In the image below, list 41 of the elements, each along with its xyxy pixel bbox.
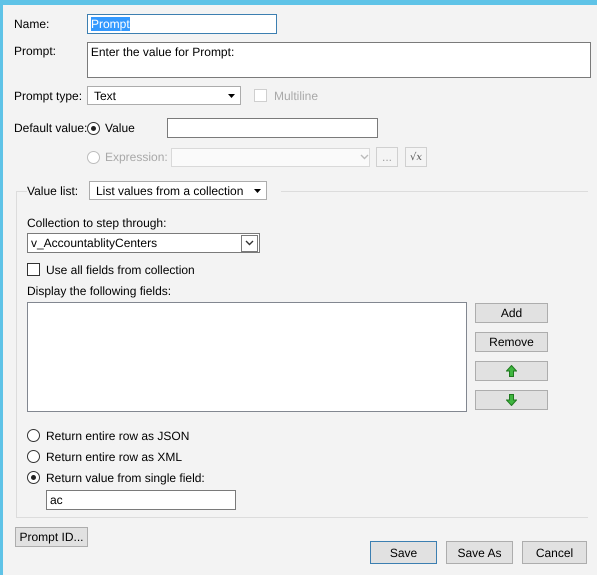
default-value-label: Default value: (14, 121, 87, 135)
radio-label: Return entire row as JSON (46, 428, 190, 442)
field-button[interactable]: Add (475, 303, 548, 323)
move-down-button[interactable] (475, 390, 548, 410)
chevron-down-icon (360, 154, 369, 160)
prompt-type-select[interactable]: Text (87, 86, 241, 105)
fields-label: Display the following fields: (27, 284, 172, 298)
radio-button[interactable] (87, 122, 100, 134)
checkbox-label: Use all fields from collection (46, 262, 195, 276)
radio-label: Return value from single field: (46, 470, 205, 484)
collection-label: Collection to step through: (27, 216, 166, 230)
prompt-id-button[interactable]: Prompt ID... (15, 527, 88, 547)
radio-button[interactable] (27, 450, 40, 463)
dropdown-button[interactable] (241, 234, 258, 252)
radio-label: Expression: (105, 150, 169, 164)
value-list-select[interactable]: List values from a collection (89, 181, 267, 200)
use-all-fields-checkbox[interactable] (27, 263, 40, 276)
dropdown-caret-icon (254, 188, 261, 192)
value-field[interactable] (167, 118, 378, 138)
dropdown-caret-icon (228, 94, 235, 98)
multiline-label: Multiline (274, 88, 318, 102)
single-field-input[interactable]: ac (46, 490, 236, 510)
collection-combobox[interactable]: v_AccountablityCenters (27, 233, 260, 253)
prompt-label: Prompt: (14, 44, 58, 58)
radio-button[interactable] (27, 429, 40, 442)
prompt-type-label: Prompt type: (14, 88, 84, 102)
dialog-button[interactable]: Save As (446, 541, 513, 564)
move-up-button[interactable] (475, 361, 548, 381)
name-label: Name: (14, 17, 50, 31)
radio-label: Return entire row as XML (46, 450, 182, 464)
dialog-button[interactable]: Save (370, 541, 437, 564)
prompt-field[interactable]: Enter the value for Prompt: (86, 42, 591, 78)
field-button[interactable]: Remove (475, 332, 548, 352)
arrow-up-icon (506, 365, 517, 377)
chevron-down-icon (245, 240, 254, 246)
dialog-button[interactable]: Cancel (522, 541, 587, 564)
fields-listbox[interactable] (27, 302, 467, 412)
arrow-down-icon (506, 394, 517, 406)
radio-button[interactable] (27, 471, 40, 484)
radio-label: Value (105, 121, 136, 135)
value-list-label: Value list: (27, 184, 80, 198)
